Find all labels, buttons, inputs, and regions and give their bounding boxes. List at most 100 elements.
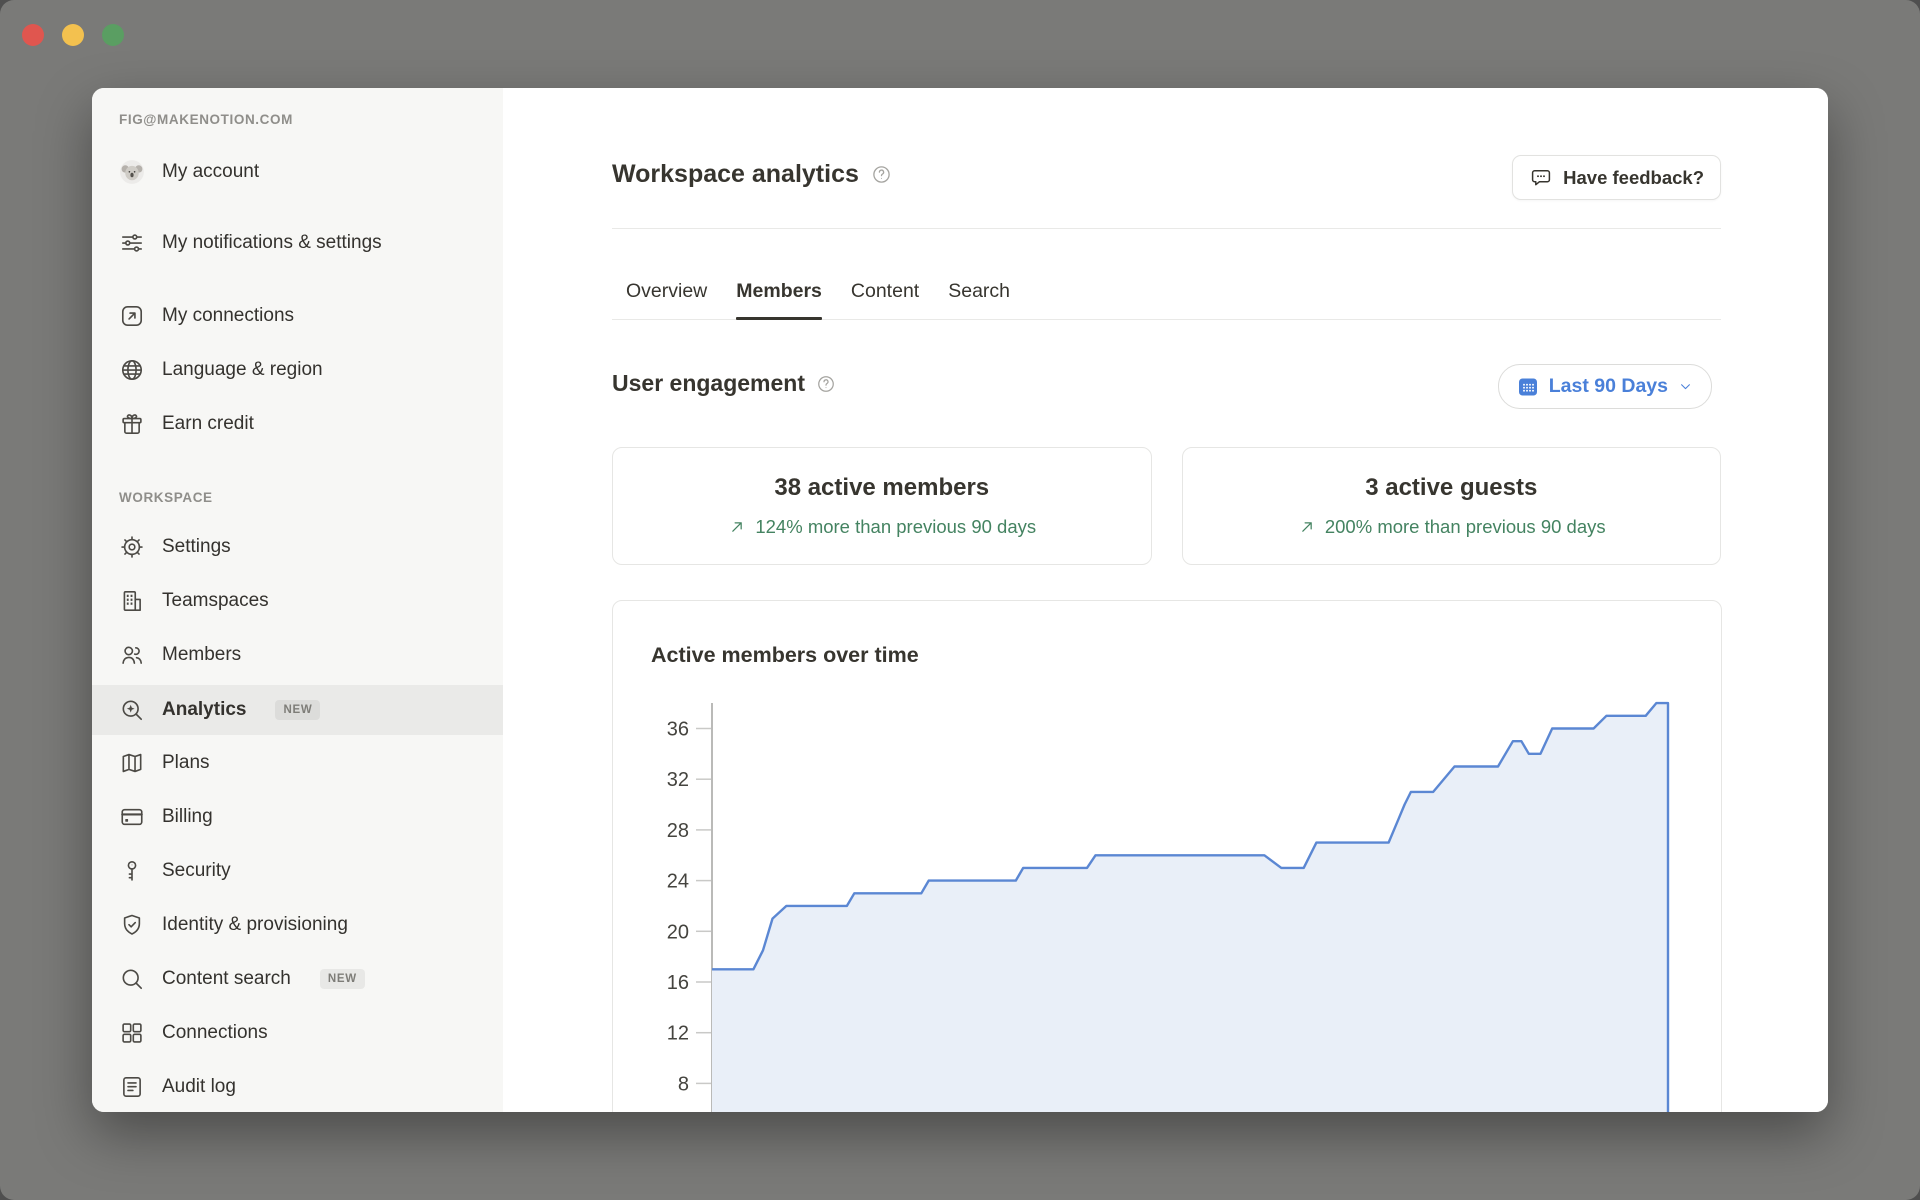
sidebar-item-label: Identity & provisioning	[162, 912, 348, 938]
sidebar-item-label: Members	[162, 642, 241, 668]
stat-title: 3 active guests	[1365, 473, 1537, 503]
help-icon[interactable]	[871, 164, 892, 185]
svg-text:12: 12	[667, 1023, 689, 1045]
sidebar-item-teamspaces[interactable]: Teamspaces	[92, 579, 503, 623]
active-members-card: 38 active members 124% more than previou…	[612, 447, 1152, 565]
gear-icon	[119, 534, 145, 560]
gift-icon	[119, 411, 145, 437]
header-divider	[612, 228, 1721, 229]
feedback-button-label: Have feedback?	[1563, 167, 1704, 189]
zoom-window-button[interactable]	[102, 24, 124, 46]
window-controls	[22, 24, 124, 46]
sidebar-item-security[interactable]: Security	[92, 849, 503, 893]
sidebar-item-label: Audit log	[162, 1074, 236, 1100]
audit-log-icon	[119, 1074, 145, 1100]
svg-text:24: 24	[667, 871, 689, 893]
arrow-up-right-icon	[727, 517, 747, 537]
magnifier-icon	[119, 966, 145, 992]
sidebar-item-label: My connections	[162, 303, 294, 329]
stat-delta-text: 124% more than previous 90 days	[755, 516, 1036, 538]
sidebar-item-label: My account	[162, 159, 259, 185]
analytics-tabs: Overview Members Content Search	[612, 272, 1721, 320]
stat-delta: 200% more than previous 90 days	[1297, 516, 1606, 538]
sidebar-item-members[interactable]: Members	[92, 633, 503, 677]
analytics-main: Workspace analytics Have feedback? Overv…	[503, 88, 1828, 1112]
stat-title: 38 active members	[774, 473, 989, 503]
svg-text:28: 28	[667, 820, 689, 842]
grid-icon	[119, 1020, 145, 1046]
sidebar-item-audit-log[interactable]: Audit log	[92, 1065, 503, 1109]
active-guests-card: 3 active guests 200% more than previous …	[1182, 447, 1722, 565]
account-email-label: FIG@MAKENOTION.COM	[119, 112, 293, 127]
sidebar-item-label: Language & region	[162, 357, 323, 383]
sidebar-item-label: Teamspaces	[162, 588, 269, 614]
sidebar-item-label: Billing	[162, 804, 213, 830]
page-header: Workspace analytics	[612, 160, 892, 189]
sliders-icon	[119, 230, 145, 256]
map-icon	[119, 750, 145, 776]
sidebar-item-label: Earn credit	[162, 411, 254, 437]
sidebar-item-label: Connections	[162, 1020, 268, 1046]
sidebar-item-my-connections[interactable]: My connections	[92, 294, 503, 338]
chevron-down-icon	[1677, 378, 1694, 395]
sidebar-item-connections[interactable]: Connections	[92, 1011, 503, 1055]
tab-members[interactable]: Members	[736, 272, 822, 319]
sidebar-item-my-account[interactable]: My account	[92, 150, 503, 194]
have-feedback-button[interactable]: Have feedback?	[1512, 155, 1721, 200]
sidebar-item-language-region[interactable]: Language & region	[92, 348, 503, 392]
active-members-over-time-chart: 36 32 28 24 20 16 12 8	[613, 601, 1722, 1112]
sidebar-item-content-search[interactable]: Content search NEW	[92, 957, 503, 1001]
svg-text:32: 32	[667, 769, 689, 791]
engagement-section-title: User engagement	[612, 370, 805, 397]
stat-delta-text: 200% more than previous 90 days	[1325, 516, 1606, 538]
new-badge: NEW	[320, 969, 365, 989]
arrow-up-right-icon	[1297, 517, 1317, 537]
new-badge: NEW	[275, 700, 320, 720]
tab-content[interactable]: Content	[851, 272, 919, 319]
svg-text:20: 20	[667, 921, 689, 943]
sidebar-item-label: Content search	[162, 966, 291, 992]
settings-dialog: FIG@MAKENOTION.COM My account My notifica…	[92, 88, 1828, 1112]
key-icon	[119, 858, 145, 884]
sidebar-item-settings[interactable]: Settings	[92, 525, 503, 569]
sidebar-item-analytics[interactable]: Analytics NEW	[92, 685, 503, 735]
sidebar-item-plans[interactable]: Plans	[92, 741, 503, 785]
sidebar-item-label: Settings	[162, 534, 231, 560]
calendar-icon	[1516, 375, 1540, 399]
svg-text:16: 16	[667, 972, 689, 994]
active-members-chart-panel: Active members over time 363228242016128	[612, 600, 1722, 1112]
settings-sidebar: FIG@MAKENOTION.COM My account My notifica…	[92, 88, 503, 1112]
tab-overview[interactable]: Overview	[626, 272, 707, 319]
stat-cards: 38 active members 124% more than previou…	[612, 447, 1721, 565]
help-icon[interactable]	[816, 374, 836, 394]
sidebar-item-label: My notifications & settings	[162, 230, 382, 256]
svg-text:8: 8	[678, 1073, 689, 1095]
page-title: Workspace analytics	[612, 160, 859, 189]
stat-delta: 124% more than previous 90 days	[727, 516, 1036, 538]
svg-text:36: 36	[667, 719, 689, 741]
people-icon	[119, 642, 145, 668]
speech-bubble-icon	[1529, 166, 1553, 190]
date-range-filter[interactable]: Last 90 Days	[1498, 364, 1712, 409]
sidebar-item-label: Security	[162, 858, 231, 884]
date-range-label: Last 90 Days	[1549, 375, 1668, 398]
screen: FIG@MAKENOTION.COM My account My notifica…	[0, 0, 1920, 1200]
sidebar-item-label: Analytics	[162, 697, 246, 723]
koala-avatar	[119, 159, 145, 185]
tab-search[interactable]: Search	[948, 272, 1010, 319]
close-window-button[interactable]	[22, 24, 44, 46]
sidebar-item-identity-provisioning[interactable]: Identity & provisioning	[92, 903, 503, 947]
credit-card-icon	[119, 804, 145, 830]
sidebar-item-my-notifications-settings[interactable]: My notifications & settings	[92, 206, 503, 280]
arrow-up-right-box-icon	[119, 303, 145, 329]
sidebar-item-billing[interactable]: Billing	[92, 795, 503, 839]
globe-icon	[119, 357, 145, 383]
workspace-section-label: WORKSPACE	[119, 490, 213, 505]
magnifier-sparkle-icon	[119, 697, 145, 723]
minimize-window-button[interactable]	[62, 24, 84, 46]
sidebar-item-label: Plans	[162, 750, 210, 776]
building-icon	[119, 588, 145, 614]
engagement-header: User engagement	[612, 370, 836, 397]
sidebar-item-earn-credit[interactable]: Earn credit	[92, 402, 503, 446]
shield-check-icon	[119, 912, 145, 938]
